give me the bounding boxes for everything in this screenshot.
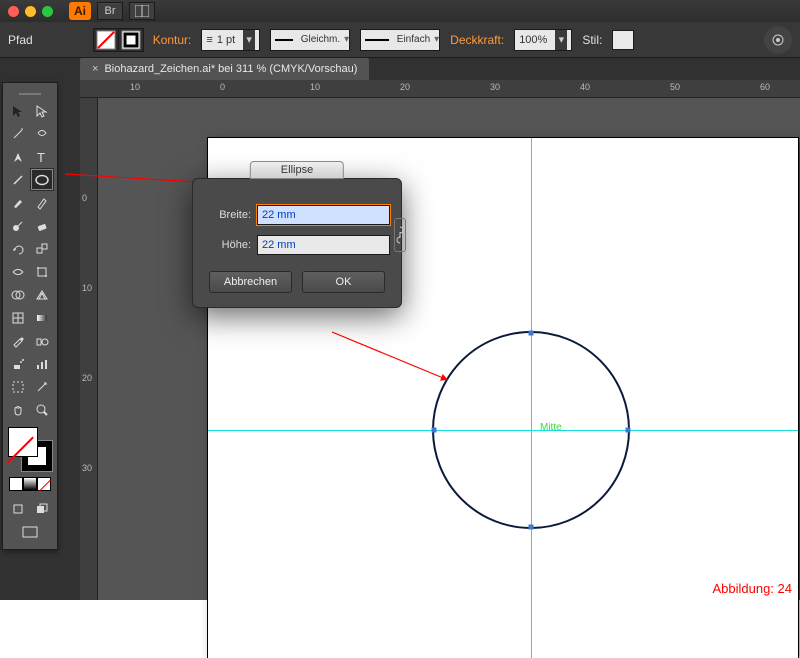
width-label: Breite: (209, 209, 251, 221)
ruler-tick: 60 (760, 82, 770, 92)
style-label: Stil: (582, 33, 602, 47)
type-tool[interactable]: T (30, 145, 54, 168)
stroke-weight-value: 1 pt (217, 34, 235, 46)
canvas[interactable]: Mitte (98, 98, 800, 600)
lasso-tool[interactable] (30, 122, 54, 145)
figure-caption: Abbildung: 24 (712, 581, 792, 596)
pen-tool[interactable] (6, 145, 30, 168)
close-window-button[interactable] (8, 6, 19, 17)
width-tool[interactable] (6, 260, 30, 283)
fill-stroke-indicator[interactable] (8, 427, 52, 471)
ruler-tick: 10 (130, 82, 140, 92)
perspective-grid-tool[interactable] (30, 283, 54, 306)
minimize-window-button[interactable] (25, 6, 36, 17)
arrange-documents-button[interactable] (129, 2, 155, 20)
selection-tool[interactable] (6, 99, 30, 122)
width-input[interactable] (257, 205, 390, 225)
blend-tool[interactable] (30, 329, 54, 352)
color-mode-gradient[interactable] (23, 477, 37, 491)
opacity-value: 100% (519, 34, 547, 46)
toolbox: T (2, 82, 58, 550)
horizontal-ruler[interactable]: 10 0 10 20 30 40 50 60 (80, 80, 800, 98)
magic-wand-tool[interactable] (6, 122, 30, 145)
stroke-label[interactable]: Kontur: (153, 33, 192, 47)
ruler-tick: 30 (490, 82, 500, 92)
fill-stroke-swatches (93, 28, 143, 52)
eyedropper-tool[interactable] (6, 329, 30, 352)
drawing-mode-normal[interactable] (6, 497, 30, 520)
screen-mode-button[interactable] (6, 520, 54, 543)
drawing-mode-behind[interactable] (30, 497, 54, 520)
zoom-tool[interactable] (30, 398, 54, 421)
ellipse-dialog: Ellipse Breite: Höhe: Abbrechen OK (192, 178, 402, 308)
hand-tool[interactable] (6, 398, 30, 421)
ruler-tick: 0 (82, 193, 87, 203)
direct-selection-tool[interactable] (30, 99, 54, 122)
close-tab-icon[interactable]: × (92, 63, 98, 75)
zoom-window-button[interactable] (42, 6, 53, 17)
fill-swatch[interactable] (93, 28, 119, 52)
column-graph-tool[interactable] (30, 352, 54, 375)
paintbrush-tool[interactable] (6, 191, 30, 214)
app-badge: Ai (69, 2, 91, 20)
macos-titlebar: Ai Br (0, 0, 800, 22)
height-input[interactable] (257, 235, 390, 255)
ruler-tick: 40 (580, 82, 590, 92)
info-icon[interactable] (764, 26, 792, 54)
color-mode-row (6, 477, 54, 491)
ruler-tick: 50 (670, 82, 680, 92)
line-segment-tool[interactable] (6, 168, 30, 191)
ruler-tick: 20 (82, 373, 92, 383)
toolbox-grip[interactable] (6, 89, 54, 99)
symbol-sprayer-tool[interactable] (6, 352, 30, 375)
slice-tool[interactable] (30, 375, 54, 398)
stroke-weight-select[interactable]: ≡1 pt▾ (201, 29, 260, 51)
stroke-swatch[interactable] (118, 28, 144, 52)
document-tab[interactable]: × Biohazard_Zeichen.ai* bei 311 % (CMYK/… (80, 58, 369, 80)
scale-tool[interactable] (30, 237, 54, 260)
svg-text:T: T (37, 150, 45, 164)
stroke-profile-select[interactable]: Gleichm.▾ (270, 29, 350, 51)
ellipse-path[interactable] (432, 331, 630, 529)
blob-brush-tool[interactable] (6, 214, 30, 237)
color-mode-solid[interactable] (9, 477, 23, 491)
artboard-tool[interactable] (6, 375, 30, 398)
brush-label: Einfach (397, 34, 430, 45)
ruler-tick: 20 (400, 82, 410, 92)
stroke-profile-label: Gleichm. (301, 34, 340, 45)
ruler-tick: 10 (82, 283, 92, 293)
constrain-proportions-icon[interactable] (394, 218, 406, 252)
control-bar: Pfad Kontur: ≡1 pt▾ Gleichm.▾ Einfach▾ D… (0, 22, 800, 58)
pencil-tool[interactable] (30, 191, 54, 214)
dialog-title: Ellipse (250, 161, 344, 179)
cancel-button[interactable]: Abbrechen (209, 271, 292, 293)
graphic-style-swatch[interactable] (612, 30, 634, 50)
opacity-select[interactable]: 100%▾ (514, 29, 572, 51)
shape-builder-tool[interactable] (6, 283, 30, 306)
vertical-ruler[interactable]: 0 10 20 30 (80, 98, 98, 600)
bridge-button[interactable]: Br (97, 2, 123, 20)
mesh-tool[interactable] (6, 306, 30, 329)
gradient-tool[interactable] (30, 306, 54, 329)
eraser-tool[interactable] (30, 214, 54, 237)
document-tabs: × Biohazard_Zeichen.ai* bei 311 % (CMYK/… (0, 58, 800, 80)
selection-type-label: Pfad (8, 33, 33, 47)
opacity-label[interactable]: Deckkraft: (450, 33, 504, 47)
rotate-tool[interactable] (6, 237, 30, 260)
document-tab-title: Biohazard_Zeichen.ai* bei 311 % (CMYK/Vo… (104, 63, 357, 75)
brush-definition-select[interactable]: Einfach▾ (360, 29, 440, 51)
free-transform-tool[interactable] (30, 260, 54, 283)
smart-guide-label: Mitte (540, 422, 562, 433)
ellipse-tool[interactable] (30, 168, 54, 191)
ruler-tick: 0 (220, 82, 225, 92)
ruler-tick: 30 (82, 463, 92, 473)
fill-box[interactable] (8, 427, 38, 457)
height-label: Höhe: (209, 239, 251, 251)
color-mode-none[interactable] (37, 477, 51, 491)
workspace: T (0, 80, 800, 600)
ok-button[interactable]: OK (302, 271, 385, 293)
ruler-tick: 10 (310, 82, 320, 92)
